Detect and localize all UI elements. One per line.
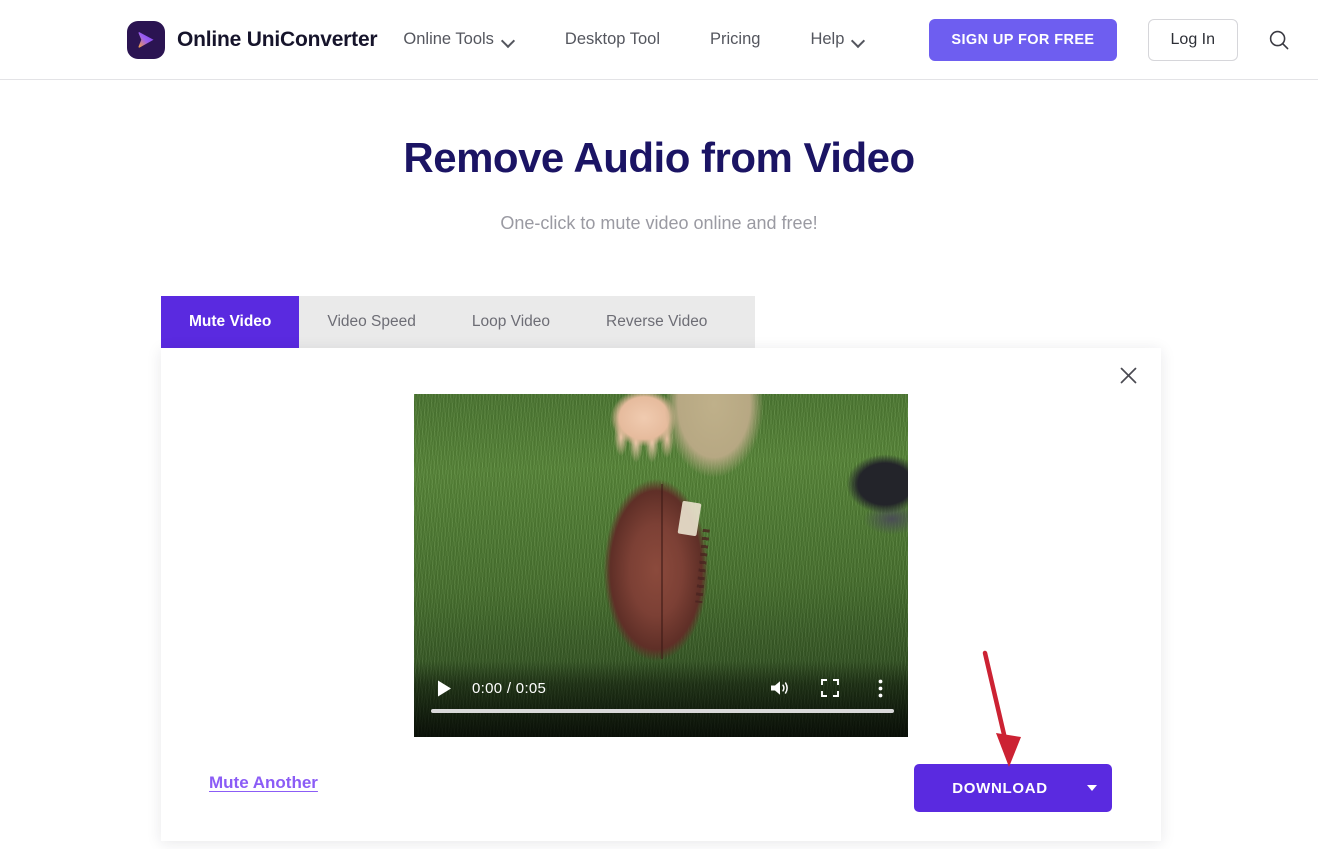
football-stripe [677, 500, 702, 537]
video-controls-bar: 0:00 / 0:05 [414, 661, 908, 737]
page-root: Online UniConverter Online Tools Desktop… [0, 0, 1318, 849]
page-subtitle: One-click to mute video online and free! [500, 213, 818, 233]
football-seam [661, 484, 663, 659]
close-icon[interactable] [1111, 358, 1145, 392]
volume-icon[interactable] [766, 674, 794, 702]
video-player[interactable]: 0:00 / 0:05 [414, 394, 908, 737]
brand-name: Online UniConverter [177, 27, 378, 51]
nav-label-online-tools: Online Tools [403, 30, 494, 48]
nav-label-help: Help [810, 30, 845, 48]
nav-label-desktop-tool: Desktop Tool [564, 30, 661, 48]
chevron-down-icon [502, 36, 515, 44]
video-time-display: 0:00 / 0:05 [472, 679, 547, 697]
tool-card: 0:00 / 0:05 Mute Another DOWNLOAD [161, 348, 1161, 841]
main-nav: Online Tools Desktop Tool Pricing Help [403, 30, 890, 49]
nav-item-pricing[interactable]: Pricing [685, 30, 785, 49]
page-title: Remove Audio from Video [403, 134, 915, 181]
fullscreen-icon[interactable] [816, 674, 844, 702]
tab-reverse-video[interactable]: Reverse Video [578, 296, 735, 348]
chevron-down-icon [1087, 785, 1097, 791]
tab-loop-video[interactable]: Loop Video [444, 296, 578, 348]
nav-item-help[interactable]: Help [785, 30, 890, 49]
tab-video-speed[interactable]: Video Speed [299, 296, 444, 348]
tool-tabs: Mute Video Video Speed Loop Video Revers… [161, 296, 755, 348]
brand-logo-link[interactable]: Online UniConverter [127, 20, 378, 59]
download-button[interactable]: DOWNLOAD [914, 764, 1112, 812]
tab-mute-video[interactable]: Mute Video [161, 296, 300, 348]
video-controls-row: 0:00 / 0:05 [430, 673, 894, 703]
football-laces [695, 528, 710, 604]
login-button[interactable]: Log In [1147, 18, 1238, 61]
signup-button[interactable]: SIGN UP FOR FREE [929, 18, 1117, 61]
nav-item-desktop-tool[interactable]: Desktop Tool [540, 30, 685, 49]
kebab-menu-icon[interactable] [866, 674, 894, 702]
site-header: Online UniConverter Online Tools Desktop… [0, 0, 1318, 80]
chevron-down-icon [852, 36, 865, 44]
download-dropdown-toggle[interactable] [1072, 785, 1112, 791]
nav-item-online-tools[interactable]: Online Tools [403, 30, 540, 49]
header-actions: SIGN UP FOR FREE Log In [929, 18, 1294, 61]
nav-label-pricing: Pricing [710, 30, 761, 48]
search-icon[interactable] [1264, 25, 1294, 55]
download-button-label: DOWNLOAD [952, 779, 1048, 797]
mute-another-link[interactable]: Mute Another [209, 773, 318, 793]
play-logo-icon [127, 20, 165, 59]
video-progress-bar[interactable] [431, 709, 894, 713]
play-icon[interactable] [430, 674, 458, 702]
